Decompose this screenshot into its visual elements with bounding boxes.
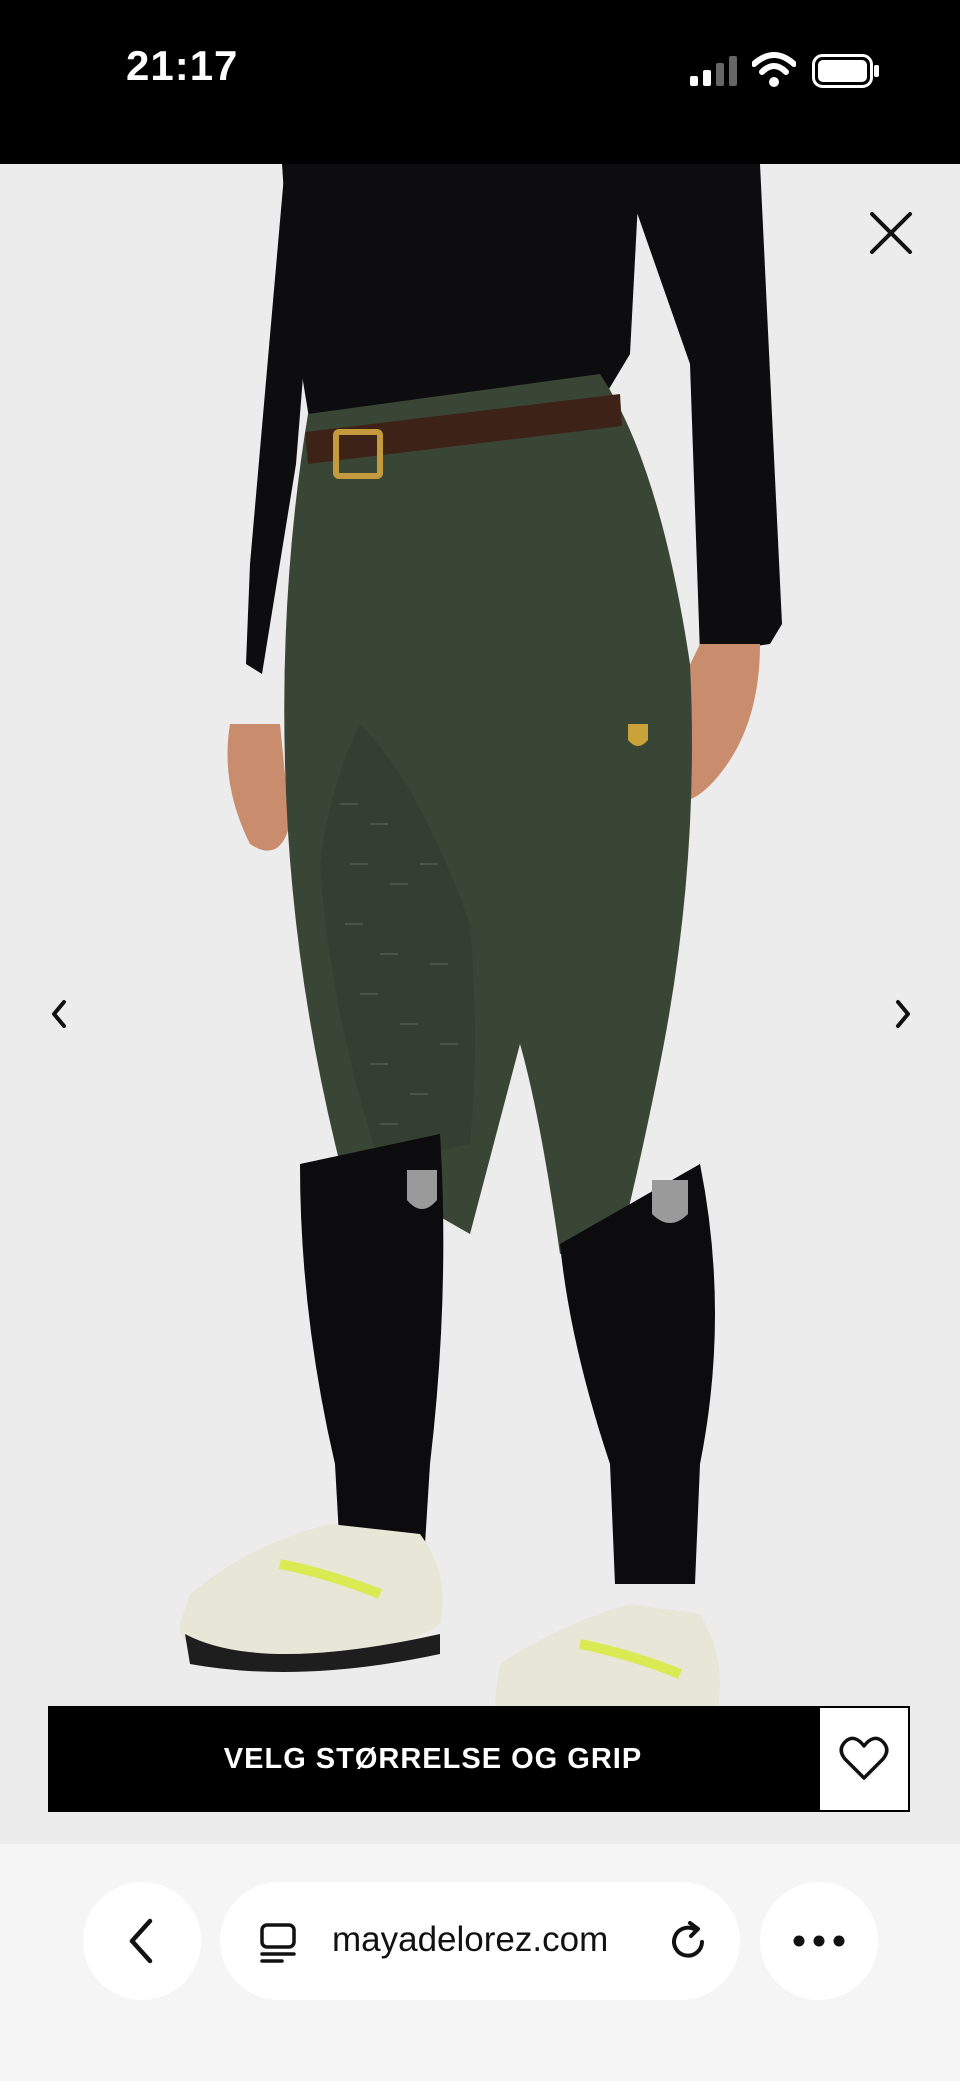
select-size-button[interactable]: VELG STØRRELSE OG GRIP [48,1706,818,1812]
wifi-icon [752,52,796,87]
favorite-button[interactable] [818,1706,910,1812]
close-icon[interactable] [868,210,914,256]
more-icon [793,1935,845,1947]
status-bar: 21:17 [0,0,960,164]
status-time: 21:17 [126,42,239,89]
url-text: mayadelorez.com [332,1920,609,1959]
battery-icon [812,54,879,88]
heart-icon [839,1736,889,1780]
cellular-signal-icon [690,56,737,86]
reload-icon[interactable] [666,1920,710,1964]
more-options-button[interactable] [760,1882,878,2000]
browser-back-button[interactable] [83,1882,201,2000]
product-photo [0,164,960,1844]
browser-toolbar: mayadelorez.com [0,1844,960,2081]
address-bar[interactable]: mayadelorez.com [220,1882,740,2000]
chevron-left-icon[interactable] [44,994,74,1034]
chevron-right-icon[interactable] [888,994,918,1034]
product-image-viewer[interactable] [0,164,960,1844]
reader-mode-icon [260,1923,296,1963]
chevron-left-icon [129,1918,153,1964]
